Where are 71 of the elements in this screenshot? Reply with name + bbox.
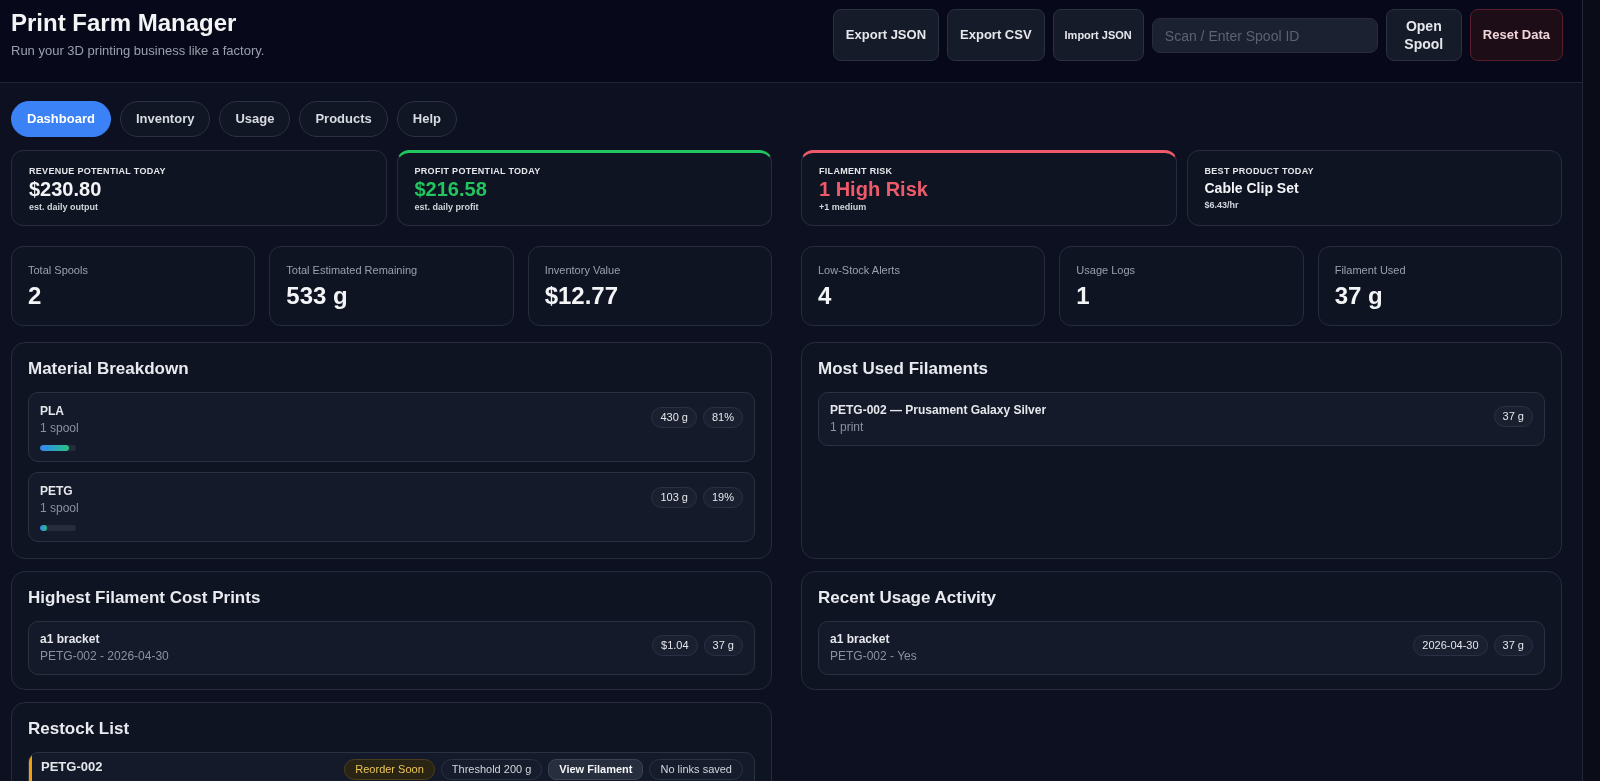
header-button[interactable]: Import JSON [1052,9,1144,61]
highlight-label: PROFIT POTENTIAL TODAY [414,165,542,177]
highlight-note: est. daily profit [414,201,480,213]
item-title: a1 bracket [830,631,891,648]
nav-tab[interactable]: Help [396,101,457,137]
value-badge: 103 g [651,487,697,508]
restock-item[interactable]: PETG-002 Reorder Soon Threshold 200 g View Filament No links saved [28,752,755,781]
item-title: PETG-002 — Prusament Galaxy Silver [830,402,1047,419]
value-badge: 37 g [1493,635,1533,656]
highlight-label: BEST PRODUCT TODAY [1204,165,1315,177]
list-item[interactable]: PETG-002 — Prusament Galaxy Silver 1 print 37 g [818,392,1545,446]
value-badge: 19% [702,487,743,508]
stat-label: Filament Used [1334,263,1407,277]
item-title: PETG-002 [41,758,103,776]
material-name: PLA [40,403,65,420]
item-subtitle: PETG-002 - Yes [830,648,917,665]
nav-tab[interactable]: Products [299,101,388,137]
list-item[interactable]: a1 bracket PETG-002 - Yes 2026-04-30 37 g [818,621,1545,675]
spool-id-field[interactable]: Scan / Enter Spool ID [1151,18,1378,53]
stat-label: Low-Stock Alerts [818,263,901,277]
highlight-note: $6.43/hr [1204,199,1240,211]
panel-title: Highest Filament Cost Prints [28,587,262,609]
scrollbar-track[interactable] [1583,0,1600,781]
stat-value: $12.77 [544,282,620,310]
item-subtitle: 1 print [830,419,865,436]
panel-title: Most Used Filaments [818,358,990,380]
app-subtitle: Run your 3D printing business like a factory. [11,42,265,60]
panel-title: Material Breakdown [28,358,190,380]
value-badge: 2026-04-30 [1413,635,1488,656]
value-badge: $1.04 [652,635,698,656]
app-title: Print Farm Manager [11,8,238,38]
value-badge: 81% [702,407,743,428]
header-button[interactable]: Export CSV [947,9,1045,61]
highlight-value: $216.58 [414,177,488,201]
nav-tab[interactable]: Inventory [119,101,211,137]
stat-label: Total Estimated Remaining [286,263,419,277]
spool-count: 1 spool [40,500,79,517]
value-badge: 37 g [1493,406,1533,427]
nav-tab[interactable]: Usage [219,101,291,137]
value-badge: 430 g [651,407,697,428]
highlight-value: Cable Clip Set [1204,179,1300,197]
info-badge: Threshold 200 g [440,759,543,780]
highlight-note: +1 medium [819,201,868,213]
highlight-label: FILAMENT RISK [819,165,894,177]
stat-value: 1 [1076,282,1091,310]
info-badge: No links saved [649,759,743,780]
stat-label: Usage Logs [1076,263,1137,277]
stat-label: Inventory Value [544,263,622,277]
stat-value: 533 g [286,282,349,310]
list-item[interactable]: a1 bracket PETG-002 - 2026-04-30 $1.04 37 g [28,621,755,675]
nav-tab[interactable]: Dashboard [11,101,111,137]
panel-title: Restock List [28,718,131,740]
highlight-value: $230.80 [29,177,103,201]
view-button[interactable]: View Filament [548,759,644,780]
stat-value: 2 [28,282,43,310]
material-name: PETG [40,483,74,500]
danger-button[interactable]: Reset Data [1469,9,1563,61]
header-button[interactable]: Export JSON [832,9,940,61]
panel-title: Recent Usage Activity [818,587,997,609]
value-badge: 37 g [703,635,743,656]
stat-label: Total Spools [28,263,89,277]
highlight-note: est. daily output [29,201,99,213]
spool-count: 1 spool [40,420,79,437]
highlight-value: 1 High Risk [819,177,929,201]
highlight-label: REVENUE POTENTIAL TODAY [29,165,167,177]
status-badge: Reorder Soon [344,759,435,780]
item-subtitle: PETG-002 - 2026-04-30 [40,648,169,665]
stat-value: 4 [818,282,833,310]
header-button[interactable]: Open Spool [1385,9,1462,61]
item-title: a1 bracket [40,631,101,648]
stat-value: 37 g [1334,282,1384,310]
